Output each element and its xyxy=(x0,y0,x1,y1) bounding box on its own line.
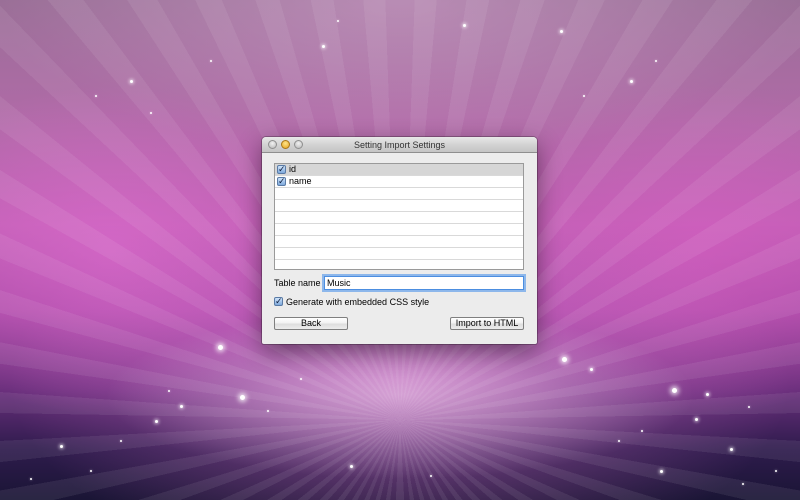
empty-list-row xyxy=(275,260,523,269)
empty-list-row xyxy=(275,188,523,200)
star xyxy=(155,420,158,423)
empty-list-row xyxy=(275,212,523,224)
star xyxy=(300,378,302,380)
star xyxy=(430,475,432,477)
star xyxy=(583,95,585,97)
star xyxy=(695,418,698,421)
embedded-css-checkbox[interactable]: ✓ xyxy=(274,297,283,306)
star xyxy=(240,395,245,400)
star xyxy=(560,30,563,33)
star xyxy=(180,405,183,408)
star xyxy=(742,483,744,485)
list-item[interactable]: ✓ id xyxy=(275,164,523,176)
window-titlebar[interactable]: Setting Import Settings xyxy=(262,137,537,153)
star xyxy=(210,60,212,62)
star xyxy=(90,470,92,472)
checkmark-icon: ✓ xyxy=(278,164,286,174)
back-button[interactable]: Back xyxy=(274,317,348,330)
star xyxy=(322,45,325,48)
star xyxy=(120,440,122,442)
table-name-input[interactable] xyxy=(324,276,524,290)
star xyxy=(350,465,353,468)
star xyxy=(660,470,663,473)
import-to-html-button[interactable]: Import to HTML xyxy=(450,317,524,330)
star xyxy=(218,345,223,350)
list-item-label: name xyxy=(289,176,312,186)
star xyxy=(618,440,620,442)
column-checkbox-name[interactable]: ✓ xyxy=(277,177,286,186)
star xyxy=(590,368,593,371)
star xyxy=(641,430,643,432)
star xyxy=(730,448,733,451)
import-settings-window: Setting Import Settings ✓ id ✓ name Tabl… xyxy=(262,137,537,344)
empty-list-row xyxy=(275,236,523,248)
star xyxy=(562,357,567,362)
star xyxy=(267,410,269,412)
list-item-label: id xyxy=(289,164,297,174)
star xyxy=(748,406,750,408)
empty-list-row xyxy=(275,200,523,212)
star xyxy=(706,393,709,396)
star xyxy=(60,445,63,448)
star xyxy=(95,95,97,97)
star xyxy=(30,478,32,480)
star xyxy=(630,80,633,83)
star xyxy=(775,470,777,472)
embedded-css-label[interactable]: Generate with embedded CSS style xyxy=(286,297,429,307)
star xyxy=(672,388,677,393)
star xyxy=(463,24,466,27)
checkmark-icon: ✓ xyxy=(278,176,286,186)
star xyxy=(168,390,170,392)
table-name-label: Table name xyxy=(274,278,321,288)
empty-list-row xyxy=(275,248,523,260)
star xyxy=(337,20,339,22)
list-item[interactable]: ✓ name xyxy=(275,176,523,188)
star xyxy=(150,112,152,114)
star xyxy=(655,60,657,62)
desktop-background: Setting Import Settings ✓ id ✓ name Tabl… xyxy=(0,0,800,500)
column-checkbox-id[interactable]: ✓ xyxy=(277,165,286,174)
column-list[interactable]: ✓ id ✓ name xyxy=(274,163,524,270)
window-title: Setting Import Settings xyxy=(353,140,446,150)
star xyxy=(130,80,133,83)
empty-list-row xyxy=(275,224,523,236)
checkmark-icon: ✓ xyxy=(275,296,283,306)
